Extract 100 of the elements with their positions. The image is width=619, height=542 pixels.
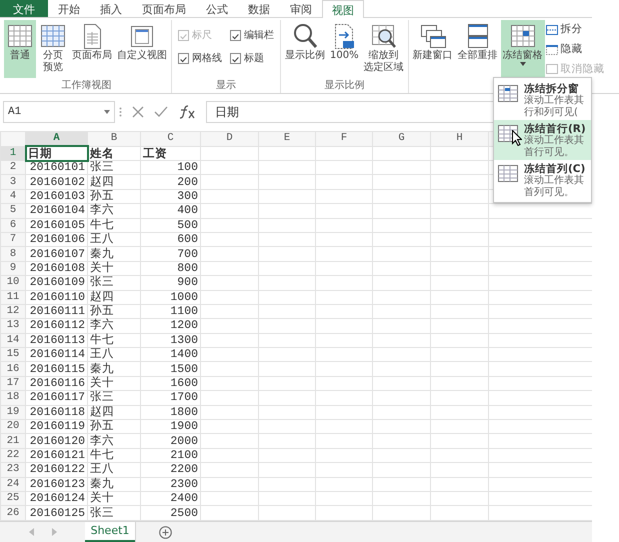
table-cell: 关十 bbox=[88, 491, 140, 506]
row-header[interactable]: 5 bbox=[0, 204, 26, 218]
column-header[interactable]: E bbox=[258, 132, 316, 146]
row-header[interactable]: 10 bbox=[0, 276, 26, 290]
row-header[interactable]: 19 bbox=[0, 405, 26, 420]
table-cell: 20160105 bbox=[26, 218, 88, 232]
row-header[interactable]: 3 bbox=[0, 174, 26, 190]
row-header[interactable]: 6 bbox=[0, 218, 26, 232]
name-box[interactable]: A1 bbox=[3, 101, 115, 123]
table-cell: 张三 bbox=[88, 276, 140, 290]
menu-item[interactable]: 冻结首行(R) 滚动工作表其 首行可见。 bbox=[494, 120, 591, 160]
table-cell: 日期 bbox=[26, 146, 88, 160]
ribbon-button[interactable]: 拆分 bbox=[546, 22, 605, 38]
row-header[interactable]: 26 bbox=[0, 506, 26, 520]
function-icon bbox=[178, 105, 196, 119]
table-cell: 20160109 bbox=[26, 276, 88, 290]
column-header[interactable]: G bbox=[372, 132, 430, 146]
table-cell: 牛七 bbox=[88, 333, 140, 348]
table-cell: 1000 bbox=[140, 290, 200, 304]
table-cell: 孙五 bbox=[88, 304, 140, 319]
ribbon-button[interactable]: 隐藏 bbox=[546, 42, 605, 58]
row-header[interactable]: 9 bbox=[0, 261, 26, 276]
right-arrow-icon bbox=[52, 528, 56, 536]
ribbon-tab[interactable]: 数据 bbox=[238, 0, 280, 17]
table-cell: 孙五 bbox=[88, 189, 140, 204]
row-header[interactable]: 11 bbox=[0, 290, 26, 304]
mouse-cursor-icon bbox=[512, 130, 522, 146]
row-header[interactable]: 16 bbox=[0, 362, 26, 376]
column-header[interactable]: F bbox=[316, 132, 372, 146]
row-header[interactable]: 2 bbox=[0, 160, 26, 175]
row-header[interactable]: 20 bbox=[0, 420, 26, 434]
sheet-tab[interactable]: Sheet1 bbox=[85, 522, 135, 542]
column-header[interactable]: D bbox=[200, 132, 258, 146]
row-header[interactable]: 8 bbox=[0, 246, 26, 262]
row-header[interactable]: 7 bbox=[0, 232, 26, 247]
column-header[interactable]: B bbox=[88, 132, 140, 146]
checkbox[interactable]: 标题 bbox=[230, 51, 274, 66]
check-icon bbox=[154, 106, 168, 118]
table-cell: 700 bbox=[140, 246, 200, 262]
ribbon-tab[interactable]: 插入 bbox=[90, 0, 132, 17]
table-cell: 张三 bbox=[88, 506, 140, 520]
row-header[interactable]: 23 bbox=[0, 462, 26, 478]
freeze-grid-icon bbox=[497, 83, 519, 105]
ribbon-button[interactable]: 页面布局 bbox=[70, 20, 114, 78]
ribbon-button[interactable]: 全部重排 bbox=[456, 20, 500, 78]
table-cell: 王八 bbox=[88, 462, 140, 478]
page-break-icon bbox=[39, 22, 67, 50]
row-header[interactable]: 22 bbox=[0, 448, 26, 463]
ribbon-tab[interactable]: 公式 bbox=[196, 0, 238, 17]
ribbon-button[interactable]: 分页 预览 bbox=[37, 20, 69, 78]
row-header[interactable]: 21 bbox=[0, 434, 26, 448]
ribbon-button[interactable]: 100% bbox=[328, 20, 361, 78]
table-cell: 关十 bbox=[88, 261, 140, 276]
table-cell: 2500 bbox=[140, 506, 200, 520]
row-header[interactable]: 24 bbox=[0, 477, 26, 492]
column-header[interactable]: H bbox=[430, 132, 488, 146]
ribbon-tab[interactable]: 开始 bbox=[48, 0, 90, 17]
menu-item-title: 冻结拆分窗 bbox=[524, 83, 579, 95]
column-header[interactable]: C bbox=[140, 132, 200, 146]
ribbon-button[interactable]: 普通 bbox=[4, 20, 36, 78]
row-header[interactable]: 17 bbox=[0, 376, 26, 391]
table-cell: 2100 bbox=[140, 448, 200, 463]
row-header[interactable]: 15 bbox=[0, 348, 26, 362]
ribbon-button[interactable]: 新建窗口 bbox=[410, 20, 455, 78]
table-cell: 关十 bbox=[88, 376, 140, 391]
menu-item-description: 行和列可见( bbox=[524, 107, 579, 119]
table-cell: 1600 bbox=[140, 376, 200, 391]
ribbon-button[interactable]: 缩放到 选定区域 bbox=[362, 20, 406, 78]
ribbon-tab[interactable]: 视图 bbox=[322, 0, 364, 18]
table-cell: 牛七 bbox=[88, 448, 140, 463]
row-header[interactable]: 18 bbox=[0, 390, 26, 406]
row-header[interactable]: 13 bbox=[0, 318, 26, 334]
table-cell: 500 bbox=[140, 218, 200, 232]
table-cell: 400 bbox=[140, 204, 200, 218]
table-cell: 600 bbox=[140, 232, 200, 247]
menu-item[interactable]: 冻结首列(C) 滚动工作表其 首列可见。 bbox=[494, 160, 591, 200]
ribbon-button[interactable]: 显示比例 bbox=[283, 20, 327, 78]
menu-item-description: 滚动工作表其 bbox=[524, 175, 585, 187]
group-label: 工作簿视图 bbox=[62, 79, 112, 93]
ribbon-button[interactable]: 自定义视图 bbox=[115, 20, 169, 78]
menu-item-title: 冻结首列(C) bbox=[524, 163, 586, 175]
table-cell: 20160106 bbox=[26, 232, 88, 247]
row-header[interactable]: 25 bbox=[0, 491, 26, 506]
row-header[interactable]: 1 bbox=[0, 146, 26, 160]
ribbon-button[interactable]: 冻结窗格 bbox=[500, 20, 545, 78]
checkbox[interactable]: 编辑栏 bbox=[230, 28, 274, 43]
row-header[interactable]: 12 bbox=[0, 304, 26, 319]
table-cell: 20160125 bbox=[26, 506, 88, 520]
table-cell: 20160117 bbox=[26, 390, 88, 406]
table-cell: 2300 bbox=[140, 477, 200, 492]
ribbon-tab[interactable]: 审阅 bbox=[280, 0, 322, 17]
row-header[interactable]: 14 bbox=[0, 333, 26, 348]
caret-icon bbox=[104, 110, 110, 114]
table-cell: 赵四 bbox=[88, 174, 140, 190]
row-header[interactable]: 4 bbox=[0, 189, 26, 204]
ribbon-tab[interactable]: 文件 bbox=[0, 0, 48, 17]
column-header[interactable]: A bbox=[26, 132, 88, 146]
split-icon bbox=[546, 24, 558, 36]
ribbon-tab[interactable]: 页面布局 bbox=[132, 0, 196, 17]
checkbox[interactable]: 网格线 bbox=[178, 51, 222, 66]
